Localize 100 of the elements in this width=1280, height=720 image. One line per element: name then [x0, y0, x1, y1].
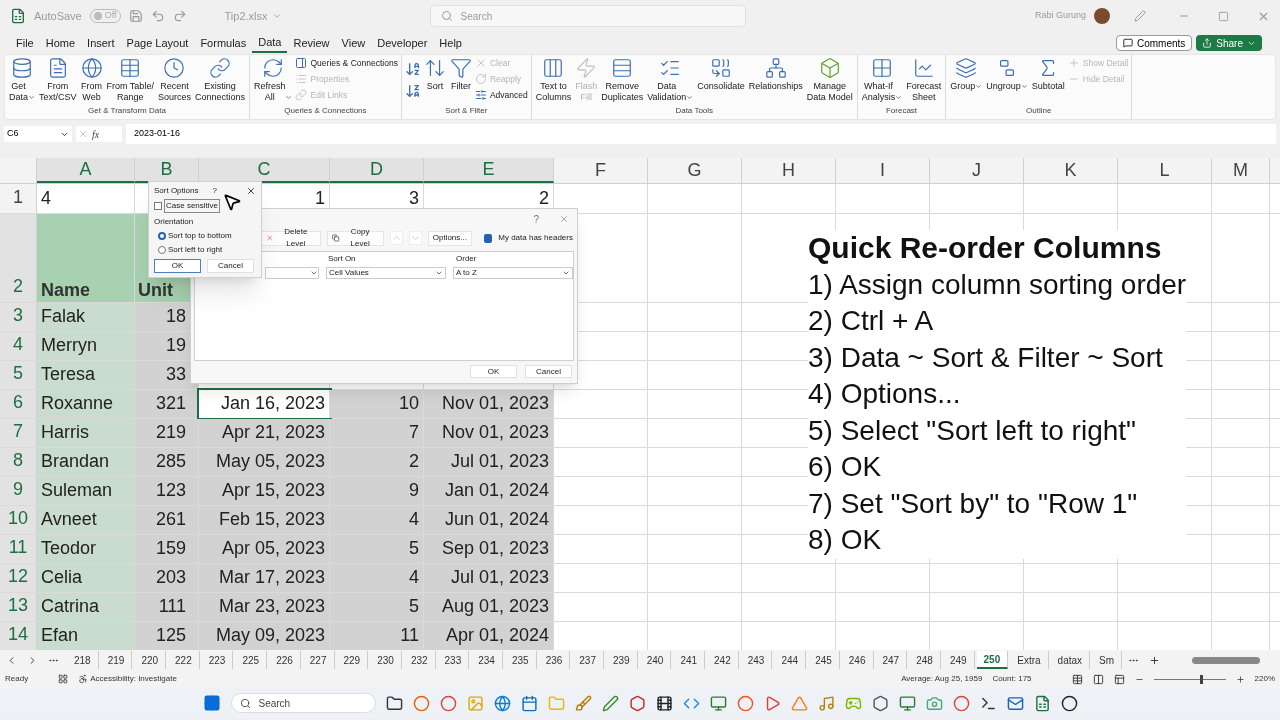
column-header[interactable]: D	[330, 158, 424, 183]
ribbon-button[interactable]: Sort	[422, 55, 447, 105]
column-header[interactable]: M	[1212, 158, 1270, 183]
row-header[interactable]: 5	[0, 361, 37, 389]
row-header[interactable]: 8	[0, 448, 37, 476]
sort-descending-icon[interactable]	[404, 83, 421, 99]
page-break-icon[interactable]	[1113, 673, 1125, 685]
menu-tab[interactable]: Insert	[81, 33, 121, 53]
sort-on-dropdown[interactable]: Cell Values	[326, 267, 446, 279]
column-header[interactable]: I	[836, 158, 930, 183]
page-layout-icon[interactable]	[1092, 673, 1104, 685]
row-header[interactable]: 1	[0, 184, 37, 213]
sheet-tab[interactable]: 235	[504, 651, 537, 669]
triangle-icon[interactable]	[790, 694, 808, 712]
comments-button[interactable]: Comments	[1115, 35, 1193, 51]
sheet-tab[interactable]: 229	[336, 651, 369, 669]
radio-button[interactable]	[158, 246, 166, 254]
dialog-button[interactable]: OK	[154, 259, 201, 273]
dialog-button[interactable]: Cancel	[207, 259, 254, 273]
sheet-tab[interactable]: Sm	[1092, 651, 1123, 669]
ribbon-button[interactable]: Forecast Sheet	[905, 55, 943, 105]
sheet-tab[interactable]: 240	[639, 651, 672, 669]
spreadsheet-icon[interactable]	[1033, 694, 1051, 712]
share-button[interactable]: Share	[1196, 35, 1262, 51]
mail-icon[interactable]	[1006, 694, 1024, 712]
zoom-slider-thumb[interactable]	[1200, 674, 1204, 684]
ribbon-button[interactable]: From Text/CSV	[38, 55, 78, 105]
accessibility-status[interactable]: Accessibility: Investigate	[78, 673, 177, 685]
column-header[interactable]: A	[37, 158, 135, 183]
hexagon-icon[interactable]	[628, 694, 646, 712]
column-header[interactable]: F	[554, 158, 648, 183]
column-header[interactable]: J	[930, 158, 1024, 183]
menu-tab[interactable]: View	[335, 33, 372, 53]
row-header[interactable]: 9	[0, 477, 37, 505]
row-header[interactable]: 14	[0, 622, 37, 650]
pen-icon[interactable]	[601, 694, 619, 712]
radio-button[interactable]	[158, 232, 166, 240]
ribbon-button[interactable]: Get Data	[8, 55, 36, 105]
sheet-tab[interactable]: 230	[370, 651, 402, 669]
sheet-tab[interactable]: 218	[67, 651, 99, 669]
column-header[interactable]: B	[135, 158, 199, 183]
row-header[interactable]: 11	[0, 535, 37, 563]
globe-icon[interactable]	[493, 694, 511, 712]
undo-icon[interactable]	[150, 9, 165, 23]
macro-icon[interactable]	[58, 674, 69, 684]
dialog-button[interactable]: Cancel	[525, 365, 572, 378]
music-icon[interactable]	[817, 694, 835, 712]
ribbon-button[interactable]: Manage Data Model	[805, 55, 854, 105]
avatar[interactable]	[1094, 8, 1110, 24]
sheet-tab[interactable]: 242	[707, 651, 739, 669]
help-label[interactable]: ?	[212, 184, 217, 197]
help-label[interactable]: ?	[533, 211, 539, 227]
film-icon[interactable]	[655, 694, 673, 712]
start-icon[interactable]	[202, 694, 221, 712]
ribbon-button[interactable]: Advanced	[474, 88, 528, 102]
sheet-tab[interactable]: 223	[201, 651, 234, 669]
ribbon-button[interactable]: Ungroup	[985, 55, 1029, 105]
sheet-tab[interactable]: datax	[1050, 651, 1091, 669]
sheet-tab[interactable]: Extra	[1010, 651, 1049, 669]
sheet-tab[interactable]: 237	[572, 651, 604, 669]
ribbon-button[interactable]: Remove Duplicates	[600, 55, 645, 105]
sheet-tab[interactable]: 220	[134, 651, 167, 669]
horizontal-scrollbar[interactable]	[1192, 656, 1260, 664]
zoom-level[interactable]: 220%	[1254, 673, 1275, 685]
ribbon-button[interactable]: From Table/ Range	[105, 55, 155, 105]
menu-tab[interactable]: Home	[39, 33, 82, 53]
row-header[interactable]: 12	[0, 564, 37, 592]
copy-level-button[interactable]: Copy Level	[327, 230, 384, 246]
sheet-tab[interactable]: 249	[942, 651, 975, 669]
sheet-tab[interactable]: 222	[168, 651, 200, 669]
delete-level-button[interactable]: Delete Level	[261, 230, 322, 246]
sheet-tab[interactable]: 236	[538, 651, 571, 669]
sheet-tab[interactable]: 247	[875, 651, 908, 669]
row-header[interactable]: 13	[0, 593, 37, 621]
taskbar-search-field[interactable]: Search	[230, 693, 376, 713]
menu-tab[interactable]: Help	[433, 33, 468, 53]
sheet-tab[interactable]: 226	[269, 651, 301, 669]
ribbon-button[interactable]: Consolidate	[696, 55, 746, 105]
column-header[interactable]: H	[742, 158, 836, 183]
column-header[interactable]: K	[1024, 158, 1118, 183]
circle-icon[interactable]	[1060, 694, 1078, 712]
sheet-tab[interactable]: 233	[437, 651, 470, 669]
add-sheet-icon[interactable]	[1149, 654, 1161, 666]
sheet-tab[interactable]: 250	[976, 651, 1009, 669]
save-icon[interactable]	[128, 9, 143, 23]
sheet-tab[interactable]: 244	[774, 651, 807, 669]
column-header[interactable]: E	[424, 158, 554, 183]
name-box[interactable]: C6	[4, 126, 72, 142]
sheet-tab[interactable]: 248	[909, 651, 941, 669]
sheet-tab[interactable]: 239	[606, 651, 638, 669]
sheet-tab[interactable]: 246	[841, 651, 874, 669]
ribbon-button[interactable]: Recent Sources	[156, 55, 192, 105]
ribbon-button[interactable]: From Web	[79, 55, 104, 105]
monitor-icon[interactable]	[709, 694, 727, 712]
ribbon-button[interactable]: Text to Columns	[534, 55, 573, 105]
sheet-tab[interactable]: 225	[235, 651, 268, 669]
row-header[interactable]: 7	[0, 419, 37, 447]
maximize-icon[interactable]	[1218, 10, 1229, 22]
ribbon-button[interactable]: Group	[949, 55, 984, 105]
sheet-tab[interactable]: 232	[403, 651, 436, 669]
